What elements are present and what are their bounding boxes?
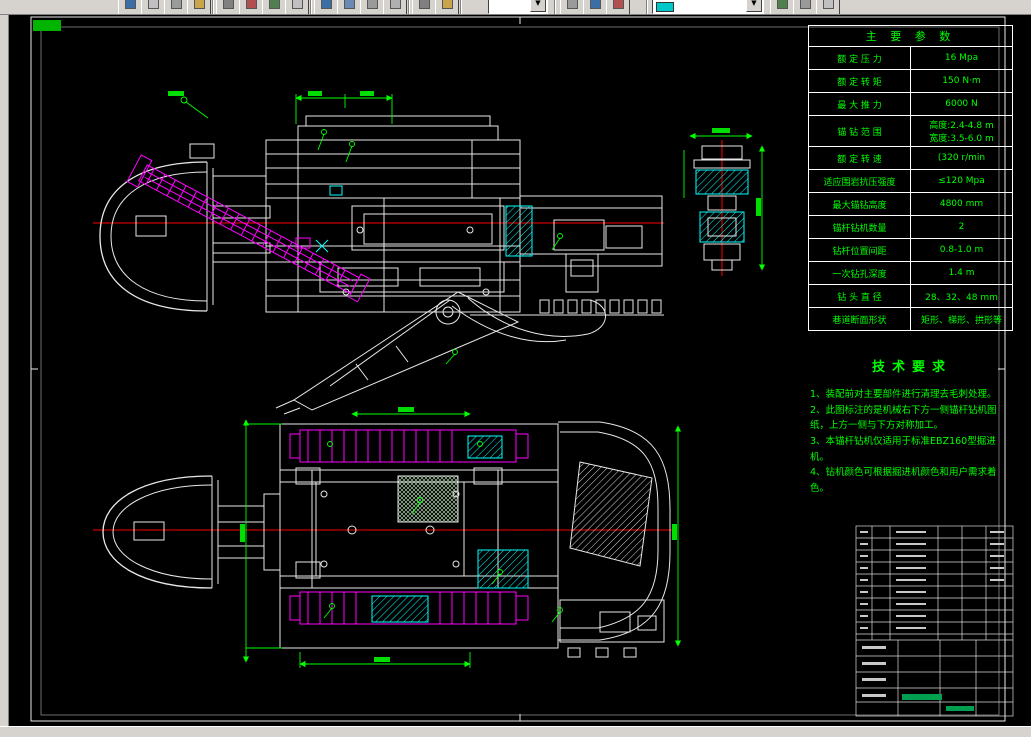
chevron-down-icon[interactable]: ▼ xyxy=(530,0,546,12)
toolbar-separator xyxy=(310,0,312,14)
window-left-border xyxy=(0,14,9,726)
toolbar-button[interactable] xyxy=(337,0,361,14)
toolbar-button[interactable] xyxy=(187,0,211,14)
toolbar-separator xyxy=(646,0,648,14)
toolbar-separator xyxy=(554,0,556,14)
toolbar-color-dropdown[interactable]: ▼ xyxy=(652,0,764,14)
param-label: 钻杆位置间距 xyxy=(808,238,911,262)
tech-note: 2、此图标注的是机械右下方一侧锚杆钻机图纸，上方一侧与下方对称加工。 xyxy=(810,404,997,432)
chevron-down-icon[interactable]: ▼ xyxy=(746,0,762,12)
toolbar-icon xyxy=(269,0,280,9)
toolbar-button[interactable] xyxy=(285,0,309,14)
toolbar-icon xyxy=(823,0,834,9)
toolbar-icon xyxy=(567,0,578,9)
toolbar-button[interactable] xyxy=(560,0,584,14)
toolbar-icon xyxy=(223,0,234,9)
param-value: (320 r/min xyxy=(910,146,1013,170)
toolbar-icon xyxy=(442,0,453,9)
toolbar-icon xyxy=(777,0,788,9)
toolbar-button[interactable] xyxy=(360,0,384,14)
param-label: 额 定 转 矩 xyxy=(808,69,911,93)
tech-note: 1、装配前对主要部件进行清理去毛刺处理。 xyxy=(810,389,997,400)
toolbar-icon xyxy=(419,0,430,9)
param-value: 0.8-1.0 m xyxy=(910,238,1013,262)
param-label: 巷道断面形状 xyxy=(808,307,911,331)
param-label: 额 定 转 速 xyxy=(808,146,911,170)
toolbar-button[interactable] xyxy=(793,0,817,14)
param-value: ≤120 Mpa xyxy=(910,169,1013,193)
toolbar-icon xyxy=(194,0,205,9)
toolbar-button[interactable] xyxy=(262,0,286,14)
parameter-table-title: 主 要 参 数 xyxy=(808,25,1013,47)
toolbar-button[interactable] xyxy=(606,0,630,14)
toolbar-button[interactable] xyxy=(216,0,240,14)
toolbar-icon xyxy=(148,0,159,9)
toolbar-button[interactable] xyxy=(141,0,165,14)
toolbar-icon xyxy=(125,0,136,9)
toolbar-icon xyxy=(246,0,257,9)
param-label: 最大锚钻高度 xyxy=(808,192,911,216)
toolbar-button[interactable] xyxy=(164,0,188,14)
param-value: 6000 N xyxy=(910,92,1013,116)
toolbar-icon xyxy=(171,0,182,9)
param-value: 矩形、梯形、拱形等 xyxy=(910,307,1013,331)
parameter-table: 主 要 参 数 额 定 压 力 16 Mpa 额 定 转 矩 150 N·m 最 大… xyxy=(808,25,1013,331)
toolbar-button[interactable] xyxy=(239,0,263,14)
param-value: 2 xyxy=(910,215,1013,239)
param-label: 锚 钻 范 围 xyxy=(808,115,911,147)
param-label: 最 大 推 力 xyxy=(808,92,911,116)
param-value: 4800 mm xyxy=(910,192,1013,216)
param-label: 钻 头 直 径 xyxy=(808,284,911,308)
toolbar-dropdown[interactable]: ▼ xyxy=(488,0,548,14)
tech-note: 4、钻机颜色可根据掘进机颜色和用户需求着色。 xyxy=(810,467,997,495)
param-value: 150 N·m xyxy=(910,69,1013,93)
toolbar-button[interactable] xyxy=(412,0,436,14)
toolbar-icon xyxy=(590,0,601,9)
toolbar-icon xyxy=(800,0,811,9)
horizontal-scrollbar-area[interactable] xyxy=(0,726,1031,737)
param-value: 28、32、48 mm xyxy=(910,284,1013,308)
toolbar-icon xyxy=(613,0,624,9)
toolbar-icon xyxy=(292,0,303,9)
technical-requirements: 技术要求 1、装配前对主要部件进行清理去毛刺处理。 2、此图标注的是机械右下方一… xyxy=(810,356,1014,497)
toolbar-icon xyxy=(367,0,378,9)
param-label: 一次钻孔深度 xyxy=(808,261,911,285)
toolbar-button[interactable] xyxy=(583,0,607,14)
toolbar-button[interactable] xyxy=(314,0,338,14)
toolbar-button[interactable] xyxy=(118,0,142,14)
param-label: 适应围岩抗压强度 xyxy=(808,169,911,193)
toolbar-icon xyxy=(390,0,401,9)
color-swatch xyxy=(656,2,674,12)
param-value: 16 Mpa xyxy=(910,46,1013,70)
toolbar-separator xyxy=(212,0,214,14)
toolbar-button[interactable] xyxy=(383,0,407,14)
tech-note: 3、本锚杆钻机仅适用于标准EBZ160型掘进机。 xyxy=(810,436,996,463)
toolbar-icon xyxy=(321,0,332,9)
param-value: 高度:2.4-4.8 m 宽度:3.5-6.0 m xyxy=(910,115,1013,147)
toolbar-icon xyxy=(344,0,355,9)
toolbar-button[interactable] xyxy=(770,0,794,14)
param-label: 额 定 压 力 xyxy=(808,46,911,70)
top-toolbar: ▼ ▼ xyxy=(0,0,1031,15)
tech-requirements-title: 技术要求 xyxy=(871,360,952,375)
toolbar-separator xyxy=(408,0,410,14)
toolbar-separator xyxy=(460,0,462,14)
toolbar-button[interactable] xyxy=(435,0,459,14)
toolbar-button[interactable] xyxy=(816,0,840,14)
param-label: 锚杆钻机数量 xyxy=(808,215,911,239)
param-value: 1.4 m xyxy=(910,261,1013,285)
